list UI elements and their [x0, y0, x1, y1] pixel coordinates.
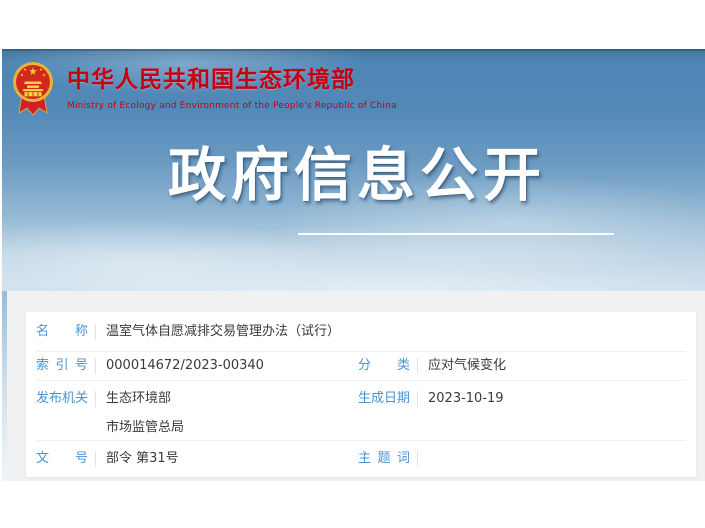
cell-publisher: 发布机关 生态环境部 市场监管总局 [36, 389, 358, 438]
divider [417, 358, 418, 374]
name-label: 名称 [36, 322, 88, 342]
banner-underline [298, 233, 614, 235]
table-row-index: 索引号 000014672/2023-00340 分类 应对气候变化 [36, 352, 686, 381]
cell-category: 分类 应对气候变化 [358, 356, 686, 376]
page-background: 中华人民共和国生态环境部 Ministry of Ecology and Env… [2, 49, 705, 481]
divider [95, 451, 96, 467]
table-row-name: 名称 温室气体自愿减排交易管理办法（试行） [36, 312, 686, 352]
category-label: 分类 [358, 356, 410, 376]
ministry-logo[interactable]: 中华人民共和国生态环境部 Ministry of Ecology and Env… [12, 61, 397, 121]
table-row-doc-no: 文号 部令 第31号 主题词 [36, 441, 686, 477]
doc-no-label: 文号 [36, 449, 88, 469]
ministry-title-cn: 中华人民共和国生态环境部 [67, 67, 397, 95]
divider [95, 358, 96, 374]
header-titles: 中华人民共和国生态环境部 Ministry of Ecology and Env… [67, 61, 397, 111]
date-label: 生成日期 [358, 389, 410, 409]
sky-banner: 中华人民共和国生态环境部 Ministry of Ecology and Env… [2, 49, 705, 291]
china-national-emblem-icon [12, 61, 54, 121]
cell-index-no: 索引号 000014672/2023-00340 [36, 356, 358, 376]
publisher-label: 发布机关 [36, 389, 88, 409]
document-info-card: 名称 温室气体自愿减排交易管理办法（试行） 索引号 000014672/2023… [26, 312, 696, 477]
cell-keywords: 主题词 [358, 449, 686, 469]
publisher-value-2: 市场监管总局 [106, 418, 184, 438]
category-value: 应对气候变化 [428, 356, 506, 376]
index-no-value: 000014672/2023-00340 [106, 356, 264, 376]
content-panel: 名称 温室气体自愿减排交易管理办法（试行） 索引号 000014672/2023… [7, 291, 705, 481]
keywords-label: 主题词 [358, 449, 410, 469]
publisher-values: 生态环境部 市场监管总局 [96, 389, 184, 438]
index-no-label: 索引号 [36, 356, 88, 376]
publisher-value-1: 生态环境部 [106, 389, 184, 409]
cell-doc-no: 文号 部令 第31号 [36, 449, 358, 469]
cell-date: 生成日期 2023-10-19 [358, 389, 686, 409]
cell-name: 名称 温室气体自愿减排交易管理办法（试行） [36, 322, 686, 342]
ministry-title-en: Ministry of Ecology and Environment of t… [67, 101, 397, 111]
divider [417, 451, 418, 467]
name-value: 温室气体自愿减排交易管理办法（试行） [106, 322, 340, 342]
page-title: 政府信息公开 [168, 144, 546, 208]
date-value: 2023-10-19 [428, 389, 504, 409]
table-row-publisher: 发布机关 生态环境部 市场监管总局 生成日期 2023-10-19 [36, 381, 686, 441]
divider [417, 391, 418, 407]
divider [95, 324, 96, 340]
doc-no-value: 部令 第31号 [106, 449, 179, 469]
